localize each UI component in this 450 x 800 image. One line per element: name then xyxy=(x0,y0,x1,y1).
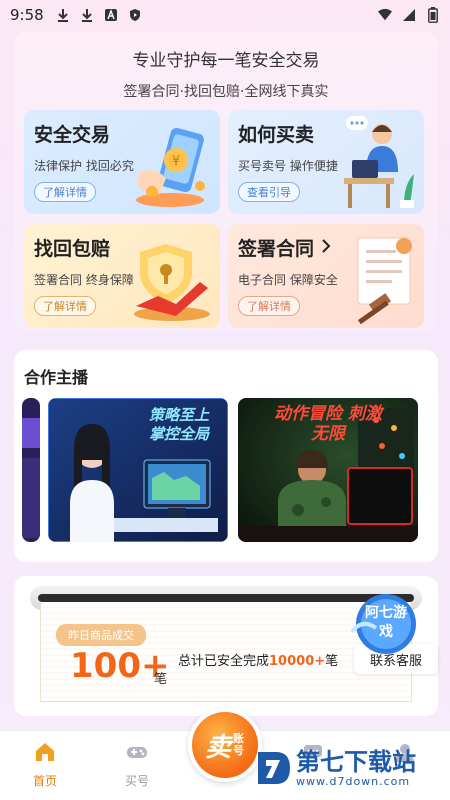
card-title: 签署合同 xyxy=(238,238,315,260)
card-how-to-trade[interactable]: 如何买卖 买号卖号 操作便捷 查看引导 xyxy=(228,110,424,214)
shield-icon xyxy=(128,8,142,22)
hero-title: 专业守护每一笔安全交易 xyxy=(132,51,320,71)
view-guide-button[interactable]: 查看引导 xyxy=(238,182,300,202)
site-watermark: 第七下载站 www.d7down.com xyxy=(256,748,416,788)
thumbnail-caption: 动作冒险 刺激无限 xyxy=(274,404,382,444)
person-laptop-icon xyxy=(344,116,414,208)
tab-label: 买号 xyxy=(124,774,149,788)
app-icon xyxy=(104,8,118,22)
learn-more-button[interactable]: 了解详情 xyxy=(34,296,96,316)
tab-home[interactable]: 首页 xyxy=(13,741,77,789)
learn-more-button[interactable]: 了解详情 xyxy=(34,182,96,202)
hero-subtitle: 签署合同·找回包赔·全网线下真实 xyxy=(123,84,329,100)
status-bar: 9:58 xyxy=(0,0,450,30)
learn-more-button[interactable]: 了解详情 xyxy=(238,296,300,316)
total-value: 10000+ xyxy=(269,654,326,669)
card-sign-contract[interactable]: 签署合同 电子合同 保障安全 了解详情 xyxy=(228,224,424,328)
game-badge[interactable]: 阿七游戏 xyxy=(346,592,426,660)
section-title: 合作主播 xyxy=(24,368,89,387)
streamer-card-partial[interactable] xyxy=(22,398,40,542)
card-recovery-compensation[interactable]: 找回包赔 签署合同 终身保障 了解详情 xyxy=(24,224,220,328)
fab-main-text: 卖 xyxy=(204,732,231,763)
download-icon xyxy=(56,8,70,22)
phone-coin-icon: ¥ xyxy=(136,127,205,207)
card-safe-trade[interactable]: 安全交易 法律保护 找回必究 了解详情 ¥ xyxy=(24,110,220,214)
signal-icon xyxy=(402,8,416,22)
status-time: 9:58 xyxy=(10,6,44,24)
home-icon xyxy=(36,743,54,761)
d7-logo-icon xyxy=(258,752,290,784)
count-unit: 笔 xyxy=(154,672,168,687)
yesterday-badge: 昨日商品成交 xyxy=(56,624,146,646)
chevron-right-icon[interactable] xyxy=(320,237,332,259)
download-icon xyxy=(80,8,94,22)
badge-text: 阿七游戏 xyxy=(365,605,407,640)
sell-account-fab[interactable]: 卖 账号 xyxy=(188,708,262,782)
watermark-brand: 第七下载站 xyxy=(296,747,416,776)
streamer-card[interactable]: 动作冒险 刺激无限 xyxy=(238,398,418,542)
total-completed: 总计已安全完成10000+笔 xyxy=(178,654,339,669)
thumbnail-caption: 策略至上 掌控全局 xyxy=(148,406,209,443)
tab-buy-account[interactable]: 买号 xyxy=(105,741,169,789)
fab-sub-text: 账号 xyxy=(233,732,244,757)
safety-section: 专业守护每一笔安全交易 签署合同·找回包赔·全网线下真实 安全交易 法律保护 找… xyxy=(14,32,438,332)
partner-streamers-section: 合作主播 策略至上 掌控全局 动作冒险 刺激无限 xyxy=(14,350,438,562)
streamer-card[interactable]: 策略至上 掌控全局 xyxy=(48,398,228,542)
wifi-icon xyxy=(378,8,392,22)
tab-label: 首页 xyxy=(32,774,57,788)
gamepad-icon xyxy=(127,747,147,758)
battery-icon xyxy=(426,7,440,23)
watermark-url: www.d7down.com xyxy=(296,774,411,788)
shield-lock-icon xyxy=(134,244,210,321)
contract-gavel-icon xyxy=(357,237,412,324)
svg-text:¥: ¥ xyxy=(172,154,180,169)
